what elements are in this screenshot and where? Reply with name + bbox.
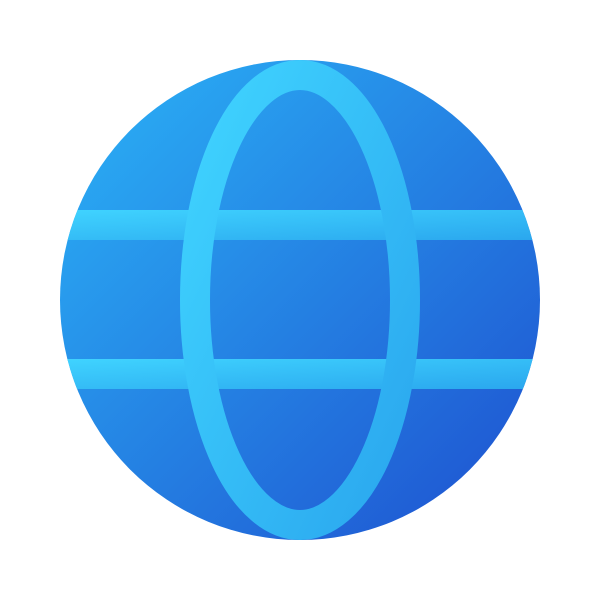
globe-latitude-upper (60, 210, 540, 240)
globe-latitude-lower (60, 359, 540, 389)
globe-icon (60, 60, 540, 540)
globe-sphere (60, 60, 540, 540)
icon-canvas (0, 0, 600, 600)
